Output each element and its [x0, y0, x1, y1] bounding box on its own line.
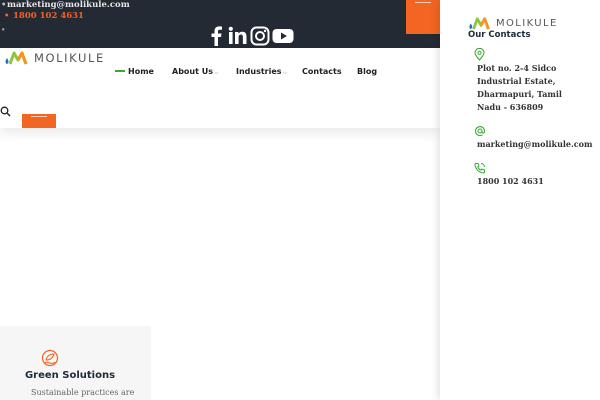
nav-home[interactable]: Home — [128, 67, 154, 76]
bullet: • — [1, 25, 6, 34]
brand-name: MOLIKULE — [34, 51, 105, 65]
top-contacts: • marketing@molikule.com • 1800 102 4631… — [0, 0, 130, 34]
nav-contacts[interactable]: Contacts — [302, 67, 342, 76]
orange-action-button[interactable] — [22, 114, 56, 128]
bullet: • — [4, 11, 10, 21]
instagram-icon[interactable] — [250, 26, 270, 50]
nav-about-label: About Us — [172, 67, 213, 76]
molikule-logo-icon — [5, 51, 28, 65]
card-title: Green Solutions — [24, 370, 116, 381]
top-phone: 1800 102 4631 — [13, 11, 84, 21]
eco-hand-icon — [40, 348, 60, 372]
nav-blog[interactable]: Blog — [357, 67, 377, 76]
chevron-down-icon: ⌵ — [282, 69, 288, 76]
feature-card: Green Solutions Sustainable practices ar… — [0, 326, 151, 400]
search-icon[interactable] — [0, 102, 11, 121]
contacts-panel: MOLIKULE Our Contacts Plot no. 2-4 Sidco… — [440, 0, 600, 400]
nav-industries-label: Industries — [236, 67, 282, 76]
nav-contacts-label: Contacts — [302, 67, 342, 76]
youtube-icon[interactable] — [272, 27, 294, 49]
linkedin-icon[interactable] — [228, 26, 248, 50]
active-indicator — [115, 70, 125, 72]
card-text: Sustainable practices are — [31, 388, 135, 397]
nav-about-us[interactable]: About Us⌵ — [172, 67, 219, 77]
panel-brand-logo: MOLIKULE — [468, 16, 558, 31]
nav-industries[interactable]: Industries⌵ — [236, 67, 287, 77]
panel-brand-name: MOLIKULE — [496, 18, 558, 29]
nav-blog-label: Blog — [357, 67, 378, 76]
bullet: • — [1, 0, 7, 10]
top-email: marketing@molikule.com — [7, 0, 130, 10]
panel-phone-link[interactable]: 1800 102 4631 — [477, 175, 544, 188]
brand-logo[interactable]: MOLIKULE — [4, 50, 105, 66]
social-links — [208, 26, 294, 50]
orange-menu-button[interactable] — [406, 0, 440, 34]
panel-email-link[interactable]: marketing@molikule.com — [477, 138, 592, 151]
facebook-icon[interactable] — [208, 26, 226, 50]
chevron-down-icon: ⌵ — [213, 69, 219, 76]
top-email-link[interactable]: • marketing@molikule.com — [0, 0, 130, 11]
nav-home-label: Home — [128, 67, 154, 76]
molikule-logo-icon — [469, 17, 490, 30]
main-header: MOLIKULE Home About Us⌵ Industries⌵ Cont… — [0, 48, 440, 128]
panel-heading: Our Contacts — [468, 30, 531, 40]
panel-address: Plot no. 2-4 Sidco Industrial Estate, Dh… — [477, 63, 562, 112]
top-phone-link[interactable]: • 1800 102 4631 — [0, 11, 130, 22]
